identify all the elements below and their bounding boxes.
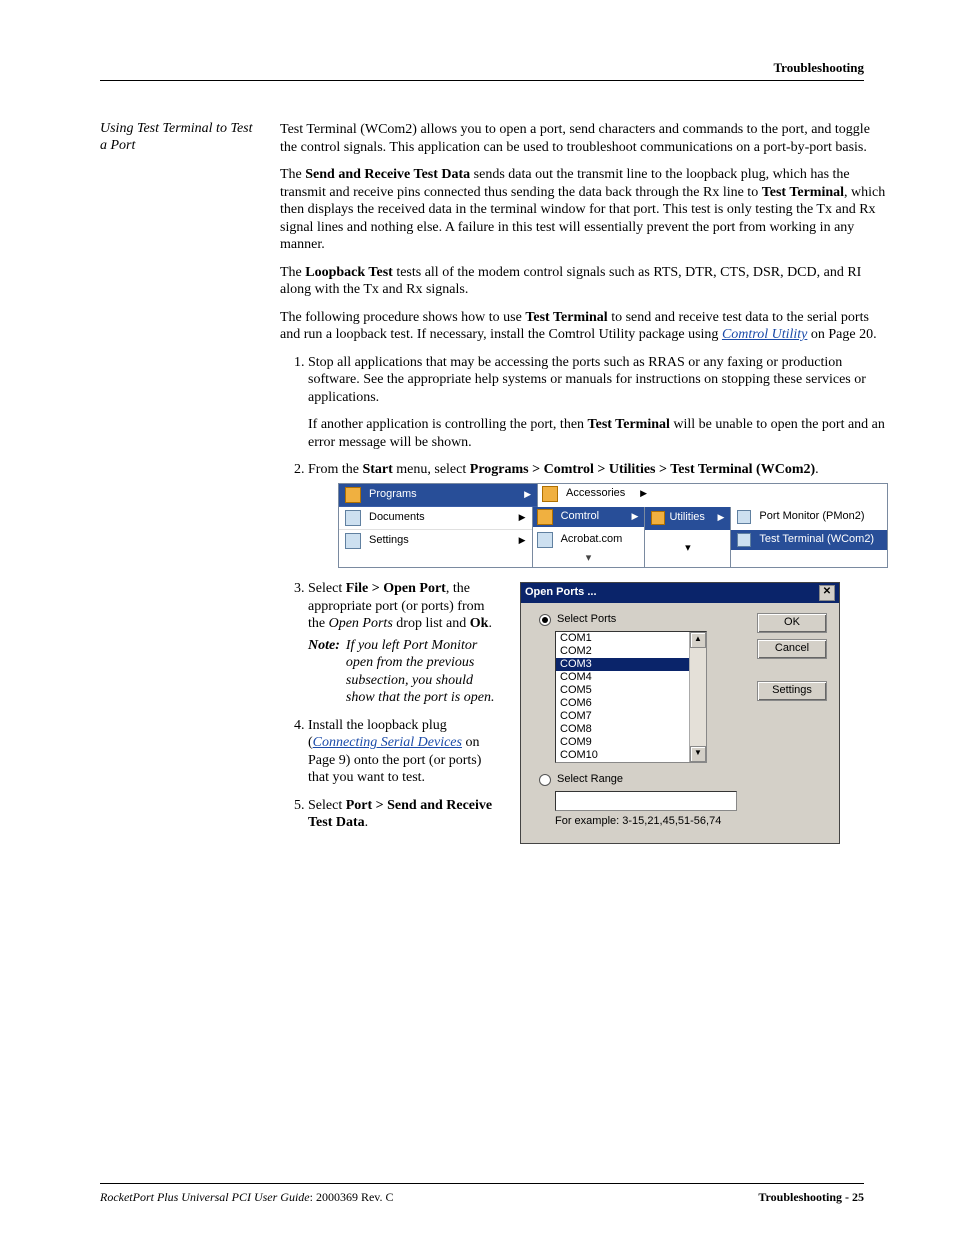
radio-select-range[interactable]: Select Range <box>539 773 745 787</box>
menu-programs[interactable]: Programs▶ <box>339 484 537 507</box>
list-item[interactable]: COM2 <box>556 645 690 658</box>
menu-test-terminal[interactable]: Test Terminal (WCom2) <box>731 530 887 550</box>
paragraph-loopback: The Loopback Test tests all of the modem… <box>280 264 888 299</box>
dialog-title: Open Ports ... <box>525 586 597 600</box>
list-item[interactable]: COM8 <box>556 723 690 736</box>
menu-acrobat[interactable]: Acrobat.com <box>533 530 645 550</box>
list-item[interactable]: COM5 <box>556 684 690 697</box>
radio-select-ports[interactable]: Select Ports <box>539 613 745 627</box>
link-comtrol-utility[interactable]: Comtrol Utility <box>722 327 807 342</box>
figure-open-ports-dialog: Open Ports ... ✕ Select Ports COM1COM2CO… <box>520 582 840 843</box>
paragraph-intro: Test Terminal (WCom2) allows you to open… <box>280 121 888 156</box>
page-footer: RocketPort Plus Universal PCI User Guide… <box>100 1183 864 1205</box>
step-1-note: If another application is controlling th… <box>308 416 888 451</box>
radio-icon <box>539 774 551 786</box>
section-heading: Using Test Terminal to Test a Port <box>100 121 260 844</box>
settings-button[interactable]: Settings <box>757 681 827 701</box>
menu-documents[interactable]: Documents▶ <box>339 507 532 530</box>
list-item[interactable]: COM10 <box>556 749 690 762</box>
radio-icon <box>539 614 551 626</box>
list-item[interactable]: COM6 <box>556 697 690 710</box>
step-1: Stop all applications that may be access… <box>308 354 888 452</box>
ok-button[interactable]: OK <box>757 613 827 633</box>
note-label: Note: <box>308 637 340 707</box>
menu-more-icon[interactable]: ▾ <box>533 550 645 568</box>
menu-utilities[interactable]: Utilities▶ <box>644 507 730 530</box>
scroll-down-icon[interactable]: ▼ <box>690 746 706 762</box>
paragraph-send-receive: The Send and Receive Test Data sends dat… <box>280 166 888 254</box>
menu-accessories[interactable]: Accessories▶ <box>538 484 653 504</box>
range-input[interactable] <box>555 791 737 811</box>
scrollbar[interactable]: ▲ ▼ <box>689 632 706 762</box>
scroll-up-icon[interactable]: ▲ <box>690 632 706 648</box>
link-connecting-serial[interactable]: Connecting Serial Devices <box>313 735 462 750</box>
menu-settings[interactable]: Settings▶ <box>339 530 532 552</box>
menu-comtrol[interactable]: Comtrol▶ <box>533 507 645 527</box>
paragraph-procedure: The following procedure shows how to use… <box>280 309 888 344</box>
list-item[interactable]: COM7 <box>556 710 690 723</box>
figure-start-menu: Programs▶ Accessories▶ Documents▶ <box>338 483 888 569</box>
list-item[interactable]: COM1 <box>556 632 690 645</box>
step-3: Select File > Open Port, the appropriate… <box>308 580 500 707</box>
step-5: Select Port > Send and Receive Test Data… <box>308 797 500 832</box>
note-body: If you left Port Monitor open from the p… <box>346 637 500 707</box>
cancel-button[interactable]: Cancel <box>757 639 827 659</box>
ports-listbox[interactable]: COM1COM2COM3COM4COM5COM6COM7COM8COM9COM1… <box>555 631 707 763</box>
list-item[interactable]: COM9 <box>556 736 690 749</box>
close-icon[interactable]: ✕ <box>819 585 835 601</box>
list-item[interactable]: COM4 <box>556 671 690 684</box>
step-2: From the Start menu, select Programs > C… <box>308 461 888 568</box>
header-section: Troubleshooting <box>100 60 864 81</box>
menu-port-monitor[interactable]: Port Monitor (PMon2) <box>731 507 887 527</box>
menu-more-icon-2[interactable]: ▾ <box>644 530 730 568</box>
step-4: Install the loopback plug (Connecting Se… <box>308 717 500 787</box>
range-example: For example: 3-15,21,45,51-56,74 <box>555 815 745 829</box>
list-item[interactable]: COM3 <box>556 658 690 671</box>
